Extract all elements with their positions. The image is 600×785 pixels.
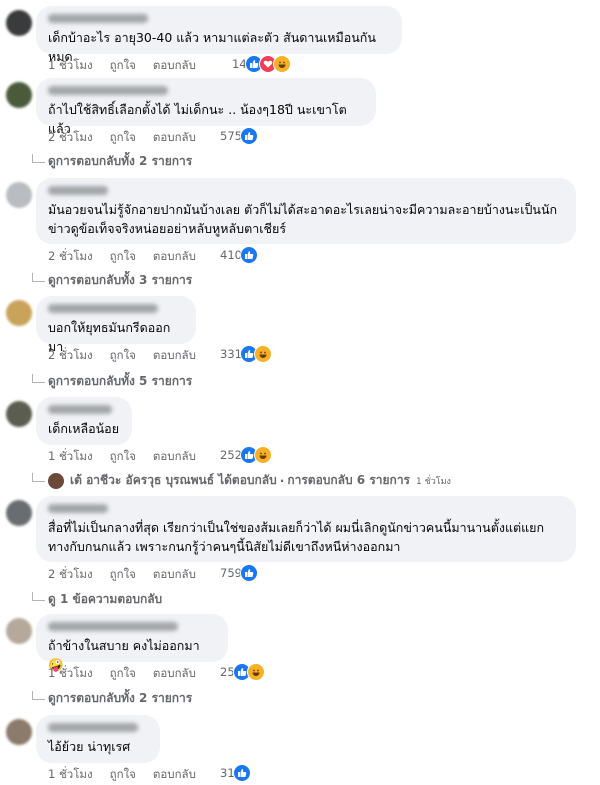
separator: · — [279, 473, 285, 488]
author-name[interactable] — [48, 723, 138, 732]
haha-icon — [253, 446, 272, 464]
view-replies-link[interactable]: ดูการตอบกลับทั้ง 5 รายการ — [32, 372, 192, 391]
author-name[interactable] — [48, 304, 158, 313]
avatar[interactable] — [6, 10, 32, 36]
comment-actions: 1 ชั่วโมง ถูกใจ ตอบกลับ — [48, 57, 213, 75]
author-name[interactable] — [48, 405, 112, 414]
comment-time[interactable]: 1 ชั่วโมง — [48, 57, 93, 75]
reply-arrow-icon — [32, 154, 45, 163]
reply-arrow-icon — [32, 691, 45, 700]
like-button[interactable]: ถูกใจ — [110, 347, 136, 365]
reply-preview[interactable]: เต้ อาชีวะ อัครวุธ บุรณพนธ์ ได้ตอบกลับ ·… — [32, 471, 451, 490]
reaction-count: 575 — [220, 129, 242, 143]
reply-button[interactable]: ตอบกลับ — [153, 347, 196, 365]
comment-time[interactable]: 2 ชั่วโมง — [48, 347, 93, 365]
reply-button[interactable]: ตอบกลับ — [153, 448, 196, 466]
reply-button[interactable]: ตอบกลับ — [153, 129, 196, 147]
like-button[interactable]: ถูกใจ — [110, 766, 136, 784]
reaction-summary[interactable]: 31 — [220, 764, 251, 782]
avatar[interactable] — [6, 182, 32, 208]
reaction-count: 759 — [220, 566, 242, 580]
reply-count: การตอบกลับ 6 รายการ — [287, 473, 410, 487]
view-replies-link[interactable]: ดูการตอบกลับทั้ง 2 รายการ — [32, 689, 192, 708]
reaction-summary[interactable]: 575 — [220, 127, 258, 145]
comment-time[interactable]: 1 ชั่วโมง — [48, 665, 93, 683]
like-button[interactable]: ถูกใจ — [110, 448, 136, 466]
comment-bubble: ไอ้ย้วย น่าทุเรศ — [36, 715, 160, 763]
reply-arrow-icon — [32, 473, 45, 482]
reply-author-avatar[interactable] — [48, 472, 64, 489]
comment-bubble: บอกให้ยุทธมันกรีดออกมา — [36, 296, 196, 354]
comment-bubble: เด็กบ้าอะไร อายุ30-40 แล้ว หามาแต่ละตัว … — [36, 6, 402, 64]
comment-time[interactable]: 1 ชั่วโมง — [48, 448, 93, 466]
like-button[interactable]: ถูกใจ — [110, 129, 136, 147]
like-button[interactable]: ถูกใจ — [110, 248, 136, 266]
like-button[interactable]: ถูกใจ — [110, 665, 136, 683]
view-replies-link[interactable]: ดู 1 ข้อความตอบกลับ — [32, 590, 162, 609]
avatar[interactable] — [6, 618, 32, 644]
comment-bubble: ถ้าไปใช้สิทธิ์เลือกตั้งได้ ไม่เด็กนะ .. … — [36, 78, 376, 136]
reply-arrow-icon — [32, 273, 45, 282]
haha-icon — [246, 663, 265, 681]
comment-bubble: เด็กเหลือน้อย — [36, 397, 132, 445]
comment-bubble: สื่อที่ไม่เป็นกลางที่สุด เรียกว่าเป็นใช่… — [36, 496, 576, 562]
avatar[interactable] — [6, 300, 32, 326]
author-name[interactable] — [48, 622, 178, 631]
comment-text: สื่อที่ไม่เป็นกลางที่สุด เรียกว่าเป็นใช่… — [48, 520, 545, 554]
avatar[interactable] — [6, 82, 32, 108]
reply-arrow-icon — [32, 374, 45, 383]
view-replies-link[interactable]: ดูการตอบกลับทั้ง 3 รายการ — [32, 271, 192, 290]
like-icon — [232, 764, 251, 782]
reply-time: 1 ชั่วโมง — [416, 476, 451, 487]
comment-text: ไอ้ย้วย น่าทุเรศ — [48, 739, 131, 754]
reply-button[interactable]: ตอบกลับ — [153, 57, 196, 75]
haha-icon — [272, 55, 291, 73]
comment-time[interactable]: 2 ชั่วโมง — [48, 566, 93, 584]
reaction-count: 252 — [220, 448, 242, 462]
comment-actions: 1 ชั่วโมง ถูกใจ ตอบกลับ — [48, 766, 213, 784]
view-replies-link[interactable]: ดูการตอบกลับทั้ง 2 รายการ — [32, 152, 192, 171]
comment-actions: 2 ชั่วโมง ถูกใจ ตอบกลับ — [48, 566, 213, 584]
reaction-count: 410 — [220, 248, 242, 262]
like-button[interactable]: ถูกใจ — [110, 57, 136, 75]
reaction-count: 331 — [220, 347, 242, 361]
reply-button[interactable]: ตอบกลับ — [153, 566, 196, 584]
like-button[interactable]: ถูกใจ — [110, 566, 136, 584]
avatar[interactable] — [6, 500, 32, 526]
like-icon — [239, 246, 258, 264]
haha-icon — [253, 345, 272, 363]
reply-action: ได้ตอบกลับ — [218, 473, 277, 487]
comment-actions: 1 ชั่วโมง ถูกใจ ตอบกลับ — [48, 448, 213, 466]
avatar[interactable] — [6, 401, 32, 427]
comment-time[interactable]: 1 ชั่วโมง — [48, 766, 93, 784]
comment-text: มันอวยจนไม่รู้จักอายปากมันบ้างเลย ตัวก็ไ… — [48, 202, 558, 236]
avatar[interactable] — [6, 719, 32, 745]
comment-actions: 2 ชั่วโมง ถูกใจ ตอบกลับ — [48, 347, 213, 365]
reaction-summary[interactable]: 331 — [220, 345, 272, 363]
like-icon — [239, 564, 258, 582]
reaction-summary[interactable]: 759 — [220, 564, 258, 582]
reply-button[interactable]: ตอบกลับ — [153, 665, 196, 683]
comment-bubble: ถ้าข้างในสบาย คงไม่ออกมา 🤪 — [36, 614, 228, 672]
comment-time[interactable]: 2 ชั่วโมง — [48, 129, 93, 147]
comment-text: เด็กเหลือน้อย — [48, 421, 120, 436]
reply-author-name[interactable]: เต้ อาชีวะ อัครวุธ บุรณพนธ์ — [70, 471, 214, 490]
author-name[interactable] — [48, 14, 148, 23]
comment-bubble: มันอวยจนไม่รู้จักอายปากมันบ้างเลย ตัวก็ไ… — [36, 178, 576, 244]
author-name[interactable] — [48, 504, 108, 513]
reaction-summary[interactable]: 14 — [232, 55, 291, 73]
comment-time[interactable]: 2 ชั่วโมง — [48, 248, 93, 266]
comment-actions: 1 ชั่วโมง ถูกใจ ตอบกลับ — [48, 665, 213, 683]
reaction-summary[interactable]: 410 — [220, 246, 258, 264]
author-name[interactable] — [48, 86, 168, 95]
reply-arrow-icon — [32, 592, 45, 601]
reply-button[interactable]: ตอบกลับ — [153, 248, 196, 266]
comment-actions: 2 ชั่วโมง ถูกใจ ตอบกลับ — [48, 129, 213, 147]
reaction-summary[interactable]: 252 — [220, 446, 272, 464]
comment-actions: 2 ชั่วโมง ถูกใจ ตอบกลับ — [48, 248, 213, 266]
reaction-summary[interactable]: 25 — [220, 663, 265, 681]
reply-button[interactable]: ตอบกลับ — [153, 766, 196, 784]
like-icon — [239, 127, 258, 145]
author-name[interactable] — [48, 186, 108, 195]
